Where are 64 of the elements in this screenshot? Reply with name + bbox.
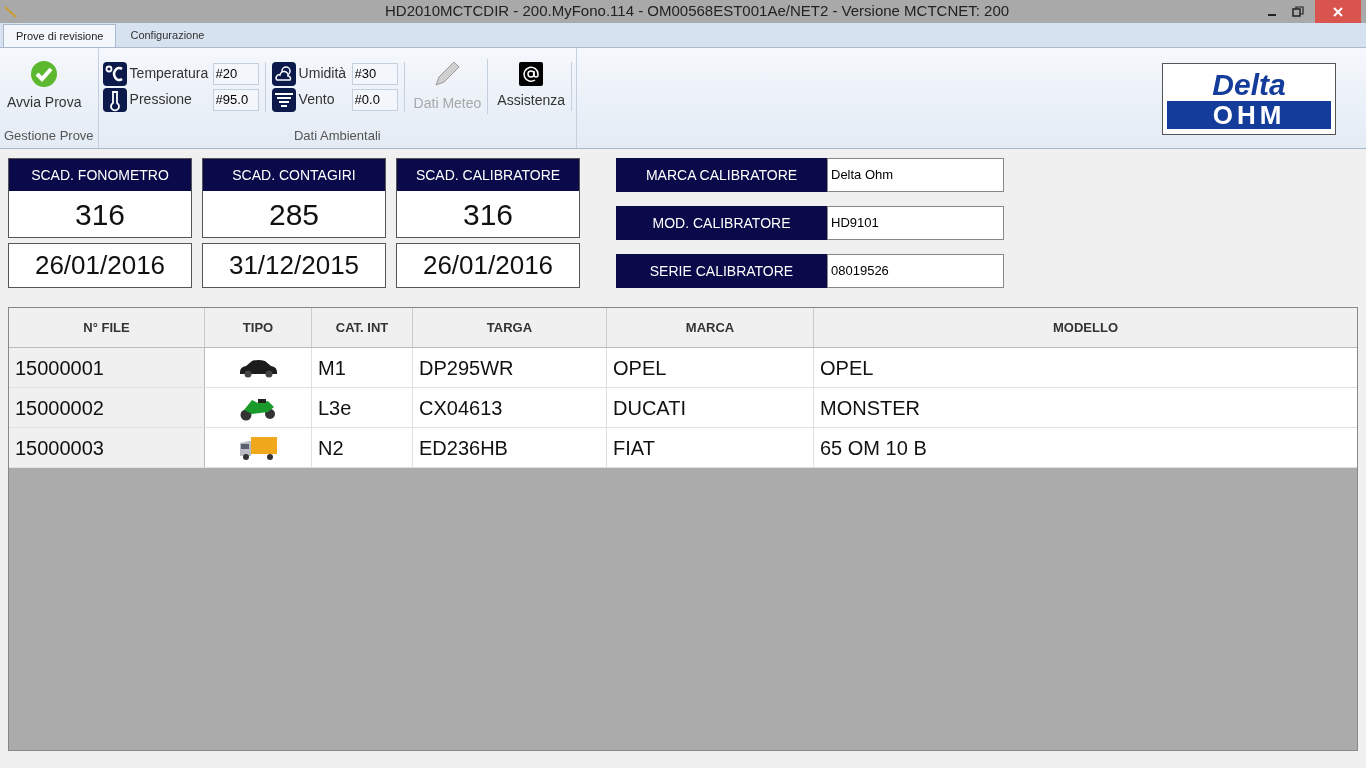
- input-field[interactable]: Delta Ohm: [827, 158, 1004, 192]
- table-cell: 15000003: [9, 428, 205, 467]
- field-label: Temperatura: [129, 64, 210, 84]
- app-icon: [4, 5, 18, 18]
- celsius-icon: [102, 61, 127, 86]
- days-value: 316: [461, 196, 515, 233]
- column-header[interactable]: N° FILE: [9, 308, 205, 347]
- input-field[interactable]: #20: [212, 62, 259, 85]
- table-cell: FIAT: [607, 428, 814, 467]
- card-title: SCAD. CONTAGIRI: [203, 159, 385, 191]
- field-label: Pressione: [129, 90, 193, 110]
- ribbon-tab[interactable]: Prove di revisione: [3, 24, 117, 47]
- table-cell: 15000001: [9, 348, 205, 387]
- input-field[interactable]: HD9101: [827, 206, 1004, 240]
- input-field[interactable]: 08019526: [827, 254, 1004, 288]
- column-header[interactable]: MODELLO: [814, 308, 1357, 347]
- input-field[interactable]: #30: [351, 62, 398, 85]
- table-cell: DP295WR: [413, 348, 607, 387]
- checkmark-icon: [30, 60, 59, 89]
- truck-icon: [238, 434, 278, 461]
- at-sign-icon: [519, 62, 544, 87]
- field-label: Vento: [298, 90, 336, 110]
- table-cell: 65 OM 10 B: [814, 428, 1357, 467]
- thermometer-icon: [102, 87, 127, 112]
- close-button[interactable]: [1315, 0, 1361, 23]
- group-title: Dati Ambientali: [292, 126, 382, 145]
- card-title: SCAD. FONOMETRO: [9, 159, 191, 191]
- table-cell: CX04613: [413, 388, 607, 427]
- table-cell: M1: [312, 348, 413, 387]
- ribbon-button[interactable]: Avvia Prova: [4, 60, 85, 114]
- close-icon: [1332, 5, 1344, 18]
- table-cell: OPEL: [607, 348, 814, 387]
- days-value: 285: [267, 196, 321, 233]
- table-cell: DUCATI: [607, 388, 814, 427]
- group-title: Gestione Prove: [4, 126, 94, 145]
- date-value: 26/01/2016: [8, 243, 192, 288]
- field-label: MOD. CALIBRATORE: [616, 206, 827, 240]
- field-label: SERIE CALIBRATORE: [616, 254, 827, 288]
- column-header[interactable]: TIPO: [205, 308, 312, 347]
- table-cell: OPEL: [814, 348, 1357, 387]
- window-title: HD2010MCTCDIR - 200.MyFono.114 - OM00568EST001Ae/NET2 - Versione MCTCNET: 200: [385, 1, 1010, 22]
- table-cell: ED236HB: [413, 428, 607, 467]
- restore-icon: [1292, 5, 1304, 18]
- table-cell: N2: [312, 428, 413, 467]
- ribbon-tab[interactable]: Configurazione: [118, 24, 217, 47]
- column-header[interactable]: MARCA: [607, 308, 814, 347]
- minimize-icon: [1268, 13, 1276, 16]
- column-header[interactable]: TARGA: [413, 308, 607, 347]
- date-value: 31/12/2015: [202, 243, 386, 288]
- input-field[interactable]: #95.0: [212, 88, 259, 111]
- table-cell: 15000002: [9, 388, 205, 427]
- table-cell: MONSTER: [814, 388, 1357, 427]
- field-label: MARCA CALIBRATORE: [616, 158, 827, 192]
- days-value: 316: [73, 196, 127, 233]
- cloud-sun-icon: [271, 61, 296, 86]
- company-logo: Delta OHM: [1162, 63, 1336, 135]
- card-title: SCAD. CALIBRATORE: [397, 159, 579, 191]
- input-field[interactable]: #0.0: [351, 88, 398, 111]
- table-cell: L3e: [312, 388, 413, 427]
- ribbon-button[interactable]: Assistenza: [494, 62, 572, 112]
- wind-icon: [271, 87, 296, 112]
- date-value: 26/01/2016: [396, 243, 580, 288]
- field-label: Umidità: [298, 64, 348, 84]
- column-header[interactable]: CAT. INT: [312, 308, 413, 347]
